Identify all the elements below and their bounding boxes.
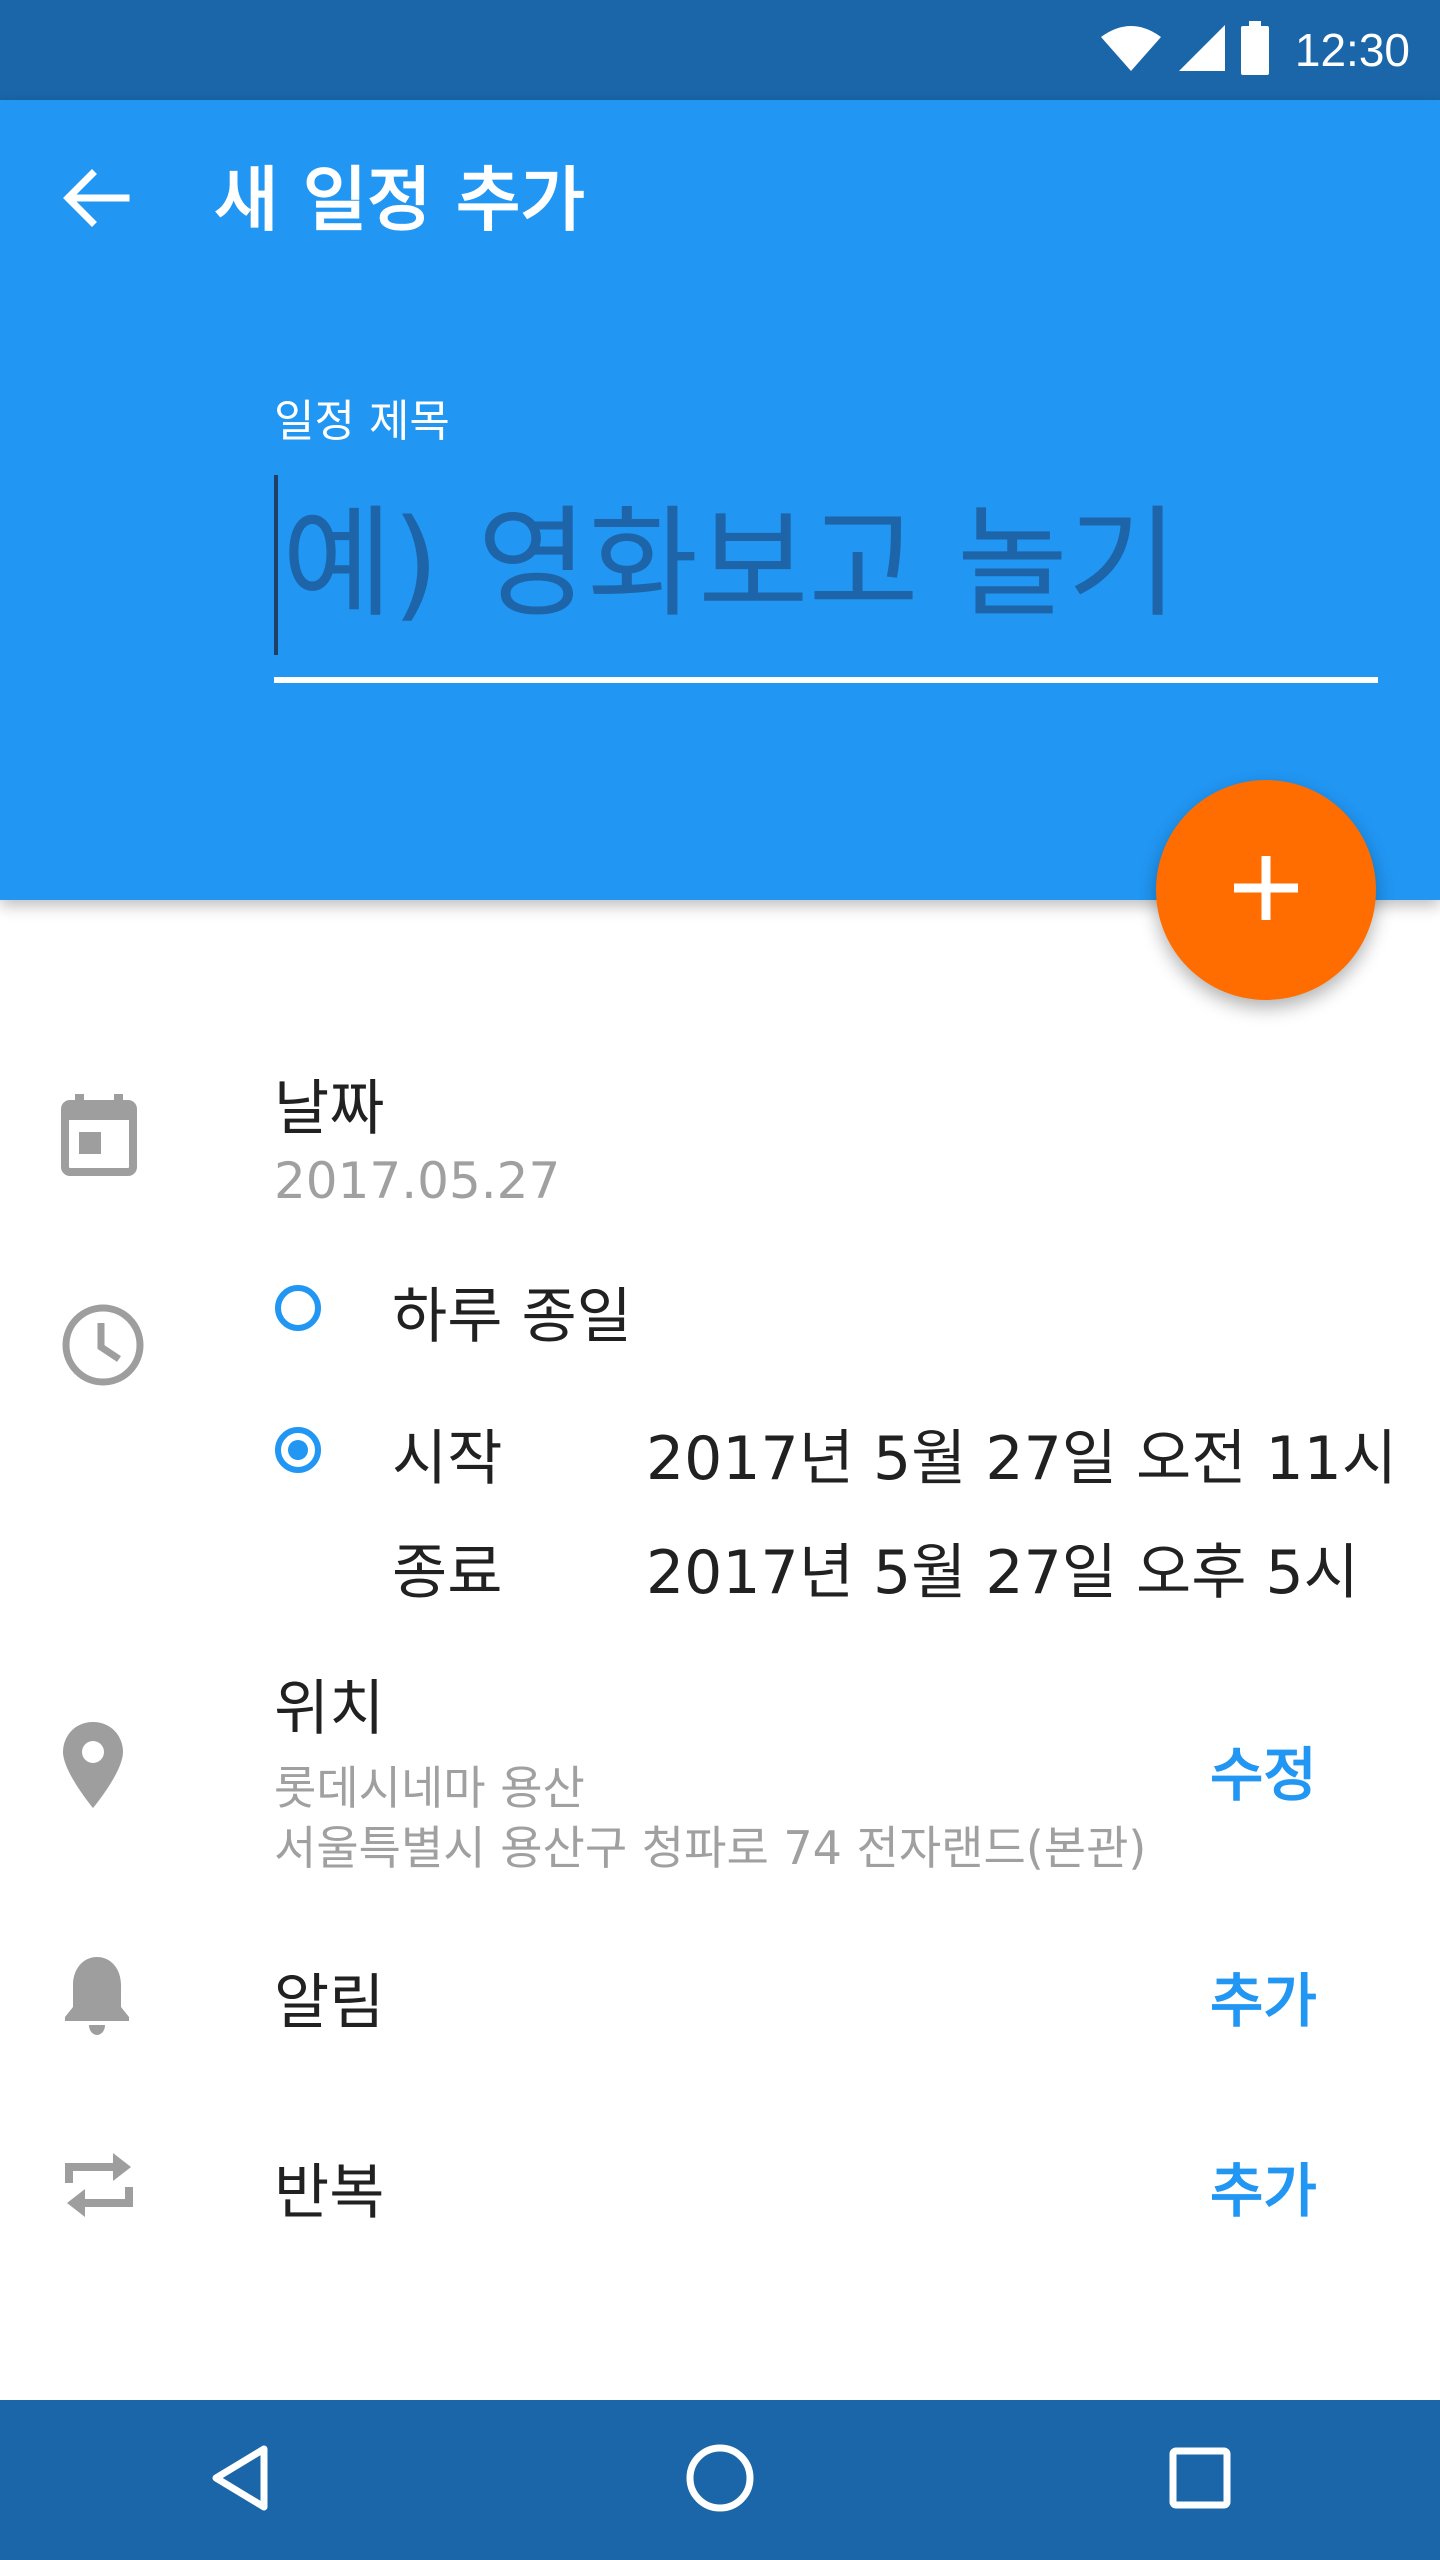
- start-label: 시작: [392, 1424, 503, 1494]
- back-button[interactable]: [50, 160, 140, 240]
- page-title: 새 일정 추가: [214, 159, 585, 241]
- all-day-radio[interactable]: [275, 1285, 321, 1331]
- nav-back-button[interactable]: [160, 2400, 320, 2560]
- all-day-label: 하루 종일: [392, 1282, 632, 1352]
- clock-icon: [58, 1300, 148, 1390]
- recents-square-icon: [1169, 2447, 1231, 2513]
- location-address: 서울특별시 용산구 청파로 74 전자랜드(본관): [274, 1821, 1147, 1875]
- location-label: 위치: [274, 1674, 385, 1744]
- calendar-icon: [54, 1090, 144, 1180]
- nav-home-button[interactable]: [640, 2400, 800, 2560]
- status-time: 12:30: [1294, 24, 1410, 76]
- add-alarm-button[interactable]: 추가: [1210, 1954, 1317, 2038]
- nav-recents-button[interactable]: [1120, 2400, 1280, 2560]
- system-nav-bar: [0, 2400, 1440, 2560]
- title-field-label: 일정 제목: [274, 396, 450, 447]
- bell-icon: [52, 1950, 142, 2040]
- add-fab-button[interactable]: [1156, 780, 1376, 1000]
- wifi-icon: [1099, 23, 1163, 77]
- add-repeat-button[interactable]: 추가: [1210, 2144, 1317, 2228]
- home-circle-icon: [685, 2443, 755, 2517]
- arrow-back-icon: [60, 168, 130, 232]
- back-triangle-icon: [210, 2443, 270, 2517]
- start-radio[interactable]: [275, 1427, 321, 1473]
- repeat-label: 반복: [274, 2158, 385, 2228]
- status-icons: 12:30: [1099, 18, 1410, 82]
- edit-location-button[interactable]: 수정: [1210, 1728, 1317, 1812]
- date-label: 날짜: [274, 1074, 385, 1144]
- location-name: 롯데시네마 용산: [274, 1761, 585, 1815]
- signal-icon: [1177, 23, 1227, 77]
- location-pin-icon: [48, 1720, 138, 1810]
- battery-icon: [1240, 21, 1269, 79]
- status-bar: 12:30: [0, 0, 1440, 100]
- end-time-value[interactable]: 2017년 5월 27일 오후 5시: [646, 1524, 1359, 1611]
- date-value[interactable]: 2017.05.27: [274, 1152, 560, 1210]
- text-cursor: [274, 475, 278, 655]
- end-label: 종료: [392, 1538, 503, 1608]
- title-placeholder: 예) 영화보고 놀기: [282, 495, 1178, 634]
- repeat-icon: [54, 2140, 144, 2230]
- start-time-value[interactable]: 2017년 5월 27일 오전 11시: [646, 1410, 1397, 1497]
- add-icon: [1226, 848, 1306, 932]
- alarm-label: 알림: [274, 1968, 385, 2038]
- app-header: 새 일정 추가 일정 제목 예) 영화보고 놀기: [0, 100, 1440, 900]
